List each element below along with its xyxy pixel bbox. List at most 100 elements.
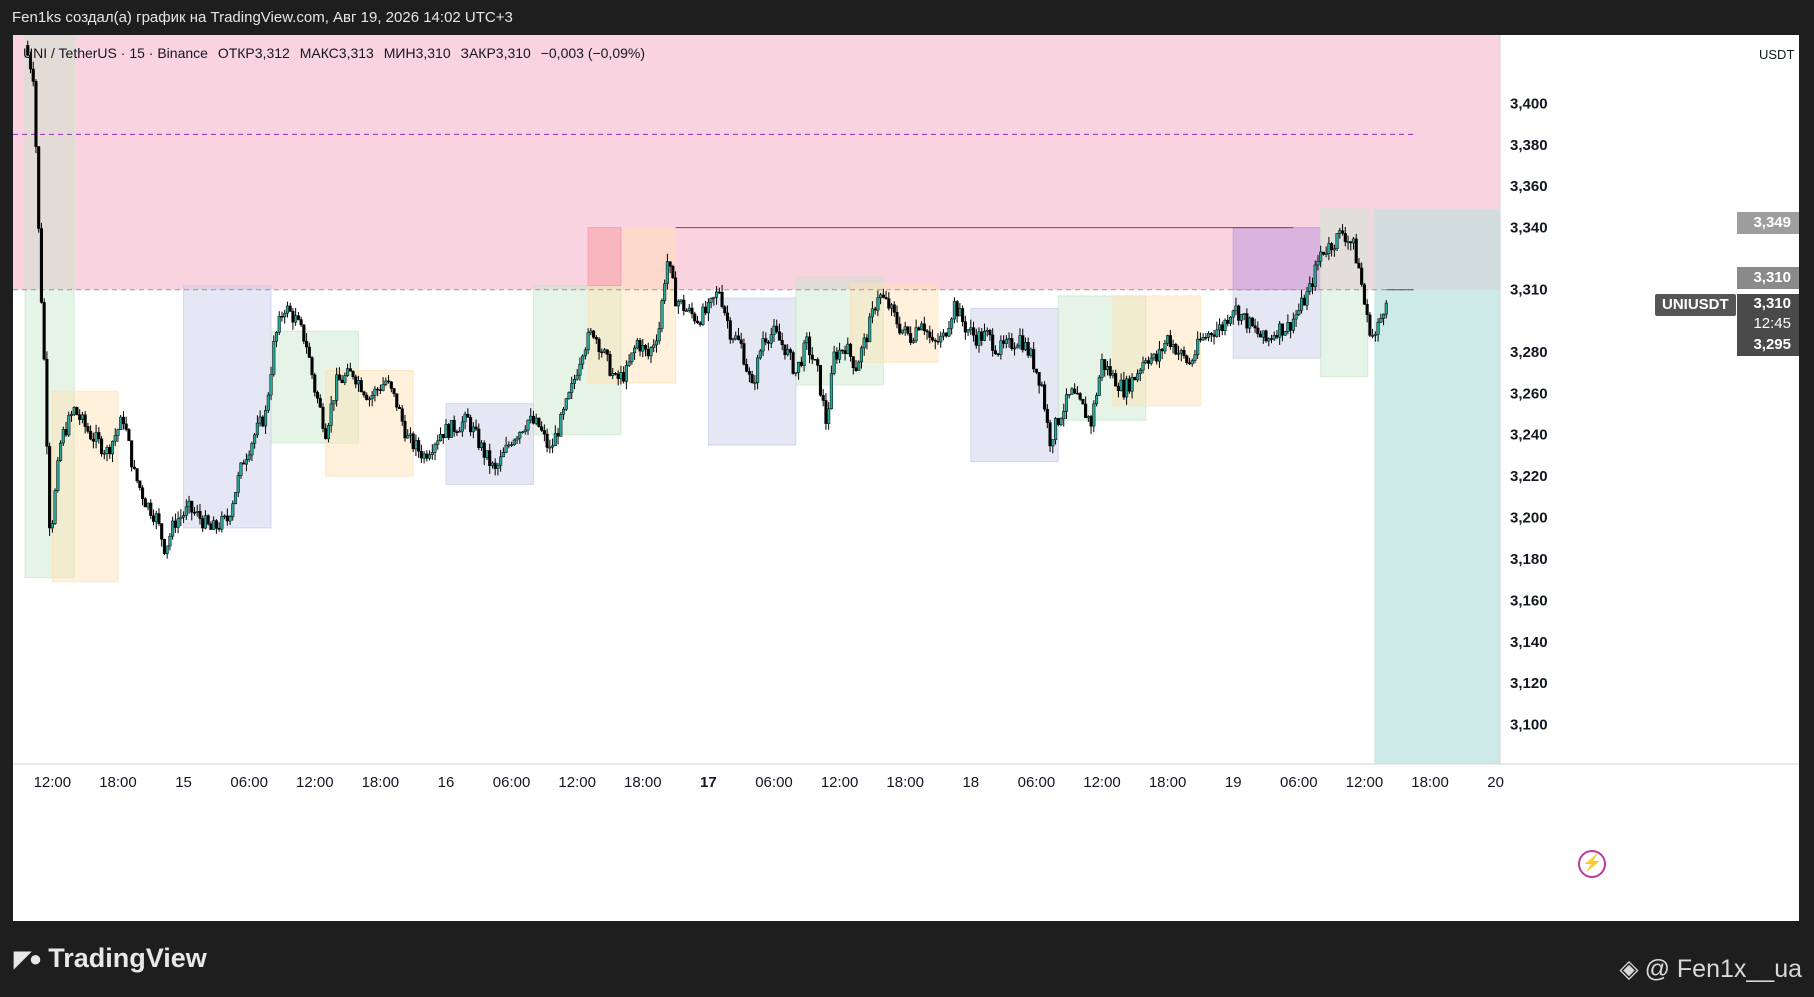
candle-down	[48, 446, 52, 529]
candle-down	[988, 330, 992, 336]
candle-up	[715, 291, 719, 298]
candle-up	[1228, 316, 1233, 324]
candle-up	[272, 340, 276, 375]
candle-up	[635, 340, 639, 349]
candle-up	[515, 437, 519, 441]
candle-down	[1354, 238, 1358, 264]
candle-down	[124, 423, 128, 430]
candle-up	[911, 340, 915, 343]
bar-countdown: 12:45	[1737, 314, 1799, 334]
candle-up	[510, 444, 514, 446]
candle-down	[100, 438, 104, 454]
price-chart[interactable]: 3,400 3,380 3,360 3,340 3,310 3,280 3,260 3,240…	[13, 35, 1799, 921]
candle-up	[406, 435, 410, 439]
tradingview-logo[interactable]: ◤● TradingView	[14, 943, 207, 974]
candle-up	[567, 392, 571, 400]
candle-up	[548, 446, 552, 449]
candle-up	[1053, 418, 1058, 440]
chart-frame[interactable]: 3,400 3,380 3,360 3,340 3,310 3,280 3,260 3,240…	[13, 35, 1799, 921]
candle-up	[1040, 384, 1044, 386]
candle-down	[392, 388, 396, 394]
candle-down	[884, 297, 888, 299]
candle-down	[482, 442, 486, 458]
candle-down	[1122, 379, 1126, 398]
candle-down	[1289, 322, 1293, 331]
candle-down	[1075, 392, 1079, 395]
author-handle: @ Fen1x__ua	[1644, 954, 1802, 983]
candle-down	[671, 266, 675, 279]
candle-up	[649, 347, 653, 357]
candle-down	[1043, 384, 1047, 410]
candle-up	[1294, 314, 1298, 320]
price-badge-3349: 3,349	[1737, 212, 1799, 234]
candle-down	[1226, 319, 1230, 324]
flash-icon[interactable]: ⚡	[1578, 850, 1606, 878]
candle-down	[1026, 342, 1030, 356]
candle-down	[698, 322, 702, 325]
candle-down	[840, 349, 844, 352]
x-tick-label: 12:00	[821, 774, 859, 791]
candle-up	[266, 394, 270, 411]
candle-up	[564, 398, 568, 410]
candle-up	[1067, 393, 1071, 396]
candle-down	[1264, 330, 1268, 342]
candle-down	[622, 372, 626, 382]
candle-up	[195, 511, 199, 513]
candle-down	[1209, 333, 1213, 336]
candle-up	[862, 337, 866, 349]
high-value: МАКС3,313	[299, 45, 374, 61]
candle-up	[1382, 313, 1386, 319]
candle-down	[441, 434, 445, 438]
candle-up	[490, 462, 494, 466]
y-tick-label: 3,280	[1510, 344, 1548, 361]
candle-down	[613, 373, 618, 375]
candle-down	[682, 299, 686, 312]
y-tick-label: 3,100	[1510, 717, 1548, 734]
candle-down	[1185, 355, 1189, 363]
candle-up	[458, 430, 462, 433]
candle-up	[561, 409, 566, 415]
session-box	[587, 227, 622, 287]
candle-up	[203, 515, 207, 529]
candle-down	[86, 426, 90, 432]
candle-down	[91, 438, 95, 442]
candle-up	[1300, 297, 1304, 311]
candle-up	[444, 424, 448, 438]
candle-down	[214, 520, 218, 529]
candle-down	[190, 500, 194, 513]
candle-down	[1114, 373, 1118, 387]
x-tick-label: 18:00	[1149, 774, 1187, 791]
y-tick-label: 3,200	[1510, 510, 1548, 527]
candle-down	[865, 337, 869, 343]
candle-down	[419, 451, 423, 459]
candle-up	[660, 300, 664, 329]
candle-down	[922, 323, 926, 331]
candle-up	[1272, 335, 1276, 340]
candle-up	[373, 388, 377, 396]
candle-down	[425, 453, 429, 459]
candle-down	[1127, 378, 1131, 392]
candle-down	[881, 294, 885, 298]
candle-down	[704, 306, 708, 314]
candle-up	[572, 379, 577, 384]
candle-down	[1256, 327, 1260, 335]
candle-down	[1021, 335, 1025, 351]
candle-down	[132, 466, 136, 469]
candle-down	[288, 305, 292, 312]
candle-down	[261, 416, 265, 427]
tradingview-logo-icon: ◤●	[14, 945, 42, 971]
candle-down	[359, 380, 363, 393]
candle-up	[966, 329, 970, 333]
symbol-info[interactable]: UNI / TetherUS · 15 · Binance	[23, 45, 208, 61]
candle-up	[706, 302, 710, 314]
x-tick-label: 17	[700, 774, 717, 791]
candle-up	[67, 415, 71, 436]
candle-up	[868, 316, 872, 343]
candle-down	[843, 350, 847, 354]
candle-down	[1280, 323, 1284, 336]
candle-up	[1171, 343, 1175, 347]
candle-up	[1141, 362, 1145, 371]
currency-unit-button[interactable]: USDT	[1759, 47, 1794, 62]
candle-down	[1174, 343, 1178, 355]
x-tick-label: 12:00	[34, 774, 72, 791]
